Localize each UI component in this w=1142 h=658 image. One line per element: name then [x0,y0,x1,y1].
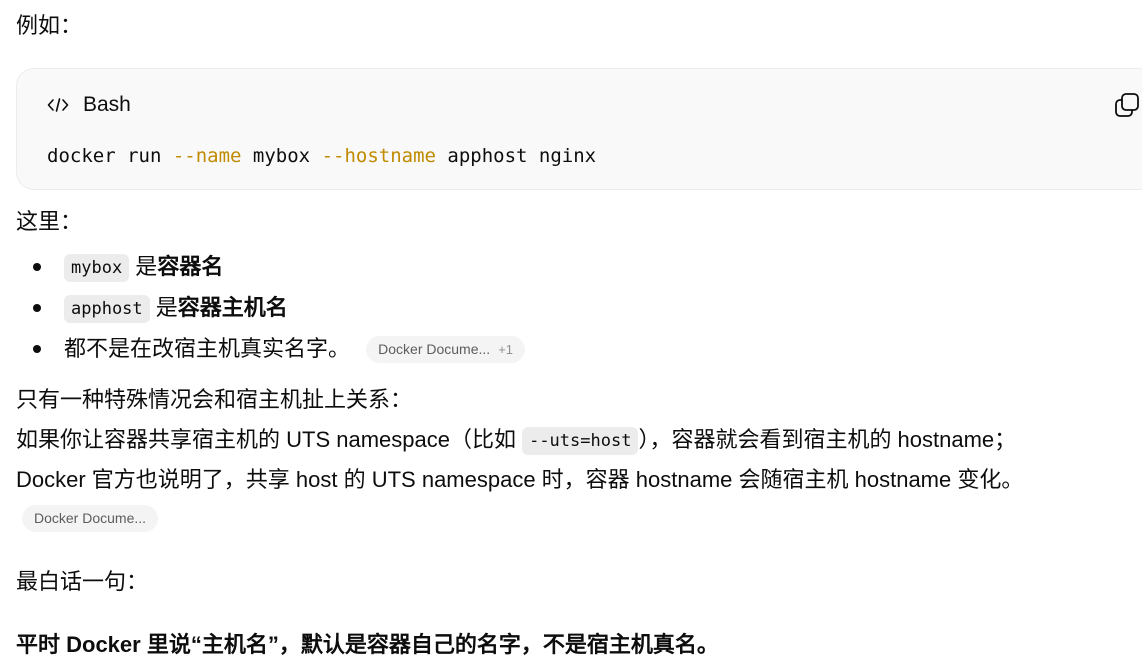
code-block: Bash docker run --name mybox --hostname … [16,68,1142,190]
intro-text: 例如： [16,13,83,38]
summary-heading: 最白话一句： [16,569,149,594]
inline-code: --uts=host [522,427,639,455]
code-flag: --hostname [321,145,436,167]
citation-count: +1 [498,342,514,357]
code-token: apphost nginx [435,145,597,167]
bullet-text: 都不是在改宿主机真实名字。 [64,336,351,361]
bullet-list: mybox 是容器名 apphost 是容器主机名 都不是在改宿主机真实名字。 … [16,246,526,369]
list-item: apphost 是容器主机名 [16,287,525,328]
copy-button[interactable] [1113,91,1141,119]
code-icon [47,97,69,113]
code-flag: --name [172,145,242,167]
citation-label: Docker Docume... [34,510,147,526]
special-line-2-pre: 如果你让容器共享宿主机的 UTS namespace（比如 [16,427,523,452]
bullet-text: 是 [129,254,158,279]
copy-icon [1113,93,1141,124]
summary-bold-text: 平时 Docker 里说“主机名”，默认是容器自己的名字，不是宿主机真名。 [16,632,719,657]
special-line-1: 只有一种特殊情况会和宿主机扯上关系： [16,387,413,412]
code-language-label: Bash [83,93,131,116]
here-text: 这里： [16,209,83,234]
list-item: 都不是在改宿主机真实名字。 Docker Docume... +1 [16,328,526,369]
inline-code: mybox [64,254,130,282]
special-line-2: 如果你让容器共享宿主机的 UTS namespace（比如 --uts=host… [16,420,1016,460]
bullet-text: 是 [149,295,178,320]
code-token: docker run [47,145,173,167]
code-token: mybox [241,145,322,167]
citation-pill[interactable]: Docker Docume... +1 [366,336,526,363]
citation-pill[interactable]: Docker Docume... [22,505,159,532]
code-header: Bash [47,87,131,123]
summary-bold: 平时 Docker 里说“主机名”，默认是容器自己的名字，不是宿主机真名。 [16,625,719,658]
list-item: mybox 是容器名 [16,246,525,287]
special-line-3: Docker 官方也说明了，共享 host 的 UTS namespace 时，… [16,467,1024,492]
special-line-2-post: ），容器就会看到宿主机的 hostname； [638,427,1017,452]
citation-label: Docker Docume... [378,341,491,357]
code-line: docker run --name mybox --hostname appho… [47,139,596,173]
inline-code: apphost [64,295,150,323]
bullet-bold: 容器名 [157,254,224,279]
bullet-bold: 容器主机名 [177,295,288,320]
